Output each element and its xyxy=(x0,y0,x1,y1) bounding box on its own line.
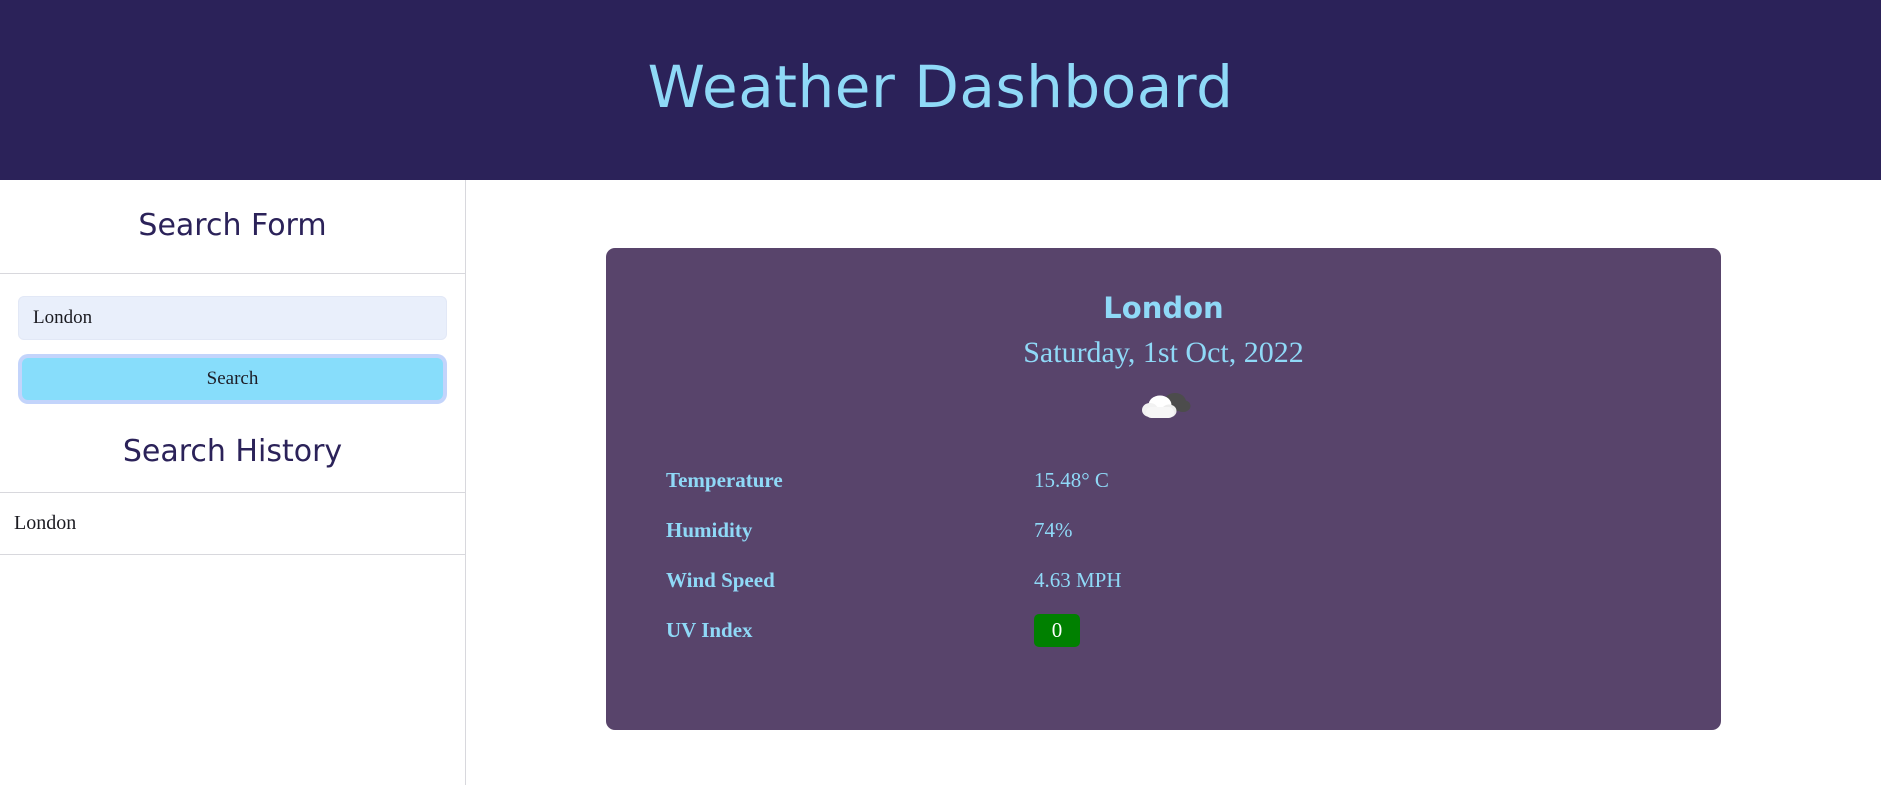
search-history-list: London xyxy=(0,493,465,555)
detail-row-humidity: Humidity 74% xyxy=(638,506,1689,556)
sidebar: Search Form Search Search History London xyxy=(0,180,466,785)
search-history-heading: Search History xyxy=(0,414,465,493)
weather-details: Temperature 15.48° C Humidity 74% Wind S… xyxy=(638,456,1689,656)
main-content: London Saturday, 1st Oct, 2022 Temperatu… xyxy=(466,180,1881,785)
weather-city-name: London xyxy=(1103,291,1224,325)
list-item[interactable]: London xyxy=(0,493,465,555)
page-title: Weather Dashboard xyxy=(647,53,1234,121)
app-body: Search Form Search Search History London… xyxy=(0,180,1881,785)
detail-row-wind-speed: Wind Speed 4.63 MPH xyxy=(638,556,1689,606)
weather-date: Saturday, 1st Oct, 2022 xyxy=(1023,336,1304,370)
detail-row-temperature: Temperature 15.48° C xyxy=(638,456,1689,506)
search-button[interactable]: Search xyxy=(22,358,443,400)
status-badge: 0 xyxy=(1034,614,1080,648)
weather-icon-row xyxy=(638,376,1689,438)
detail-label: UV Index xyxy=(666,618,753,643)
search-button-focus-ring: Search xyxy=(18,354,447,404)
detail-value-uv-index: 0 xyxy=(1034,614,1080,648)
app-header: Weather Dashboard xyxy=(0,0,1881,180)
detail-value-temperature: 15.48° C xyxy=(1034,468,1109,493)
detail-row-uv-index: UV Index 0 xyxy=(638,606,1689,656)
detail-label: Temperature xyxy=(666,468,783,493)
detail-value-wind-speed: 4.63 MPH xyxy=(1034,568,1122,593)
broken-clouds-icon xyxy=(1141,392,1190,418)
weather-dashboard-app: Weather Dashboard Search Form Search Sea… xyxy=(0,0,1881,785)
current-weather-card: London Saturday, 1st Oct, 2022 Temperatu… xyxy=(606,248,1721,730)
detail-label: Humidity xyxy=(666,518,753,543)
city-search-input[interactable] xyxy=(18,296,447,340)
detail-value-humidity: 74% xyxy=(1034,518,1073,543)
search-form: Search xyxy=(0,274,465,414)
detail-label: Wind Speed xyxy=(666,568,775,593)
search-form-heading: Search Form xyxy=(0,180,465,274)
